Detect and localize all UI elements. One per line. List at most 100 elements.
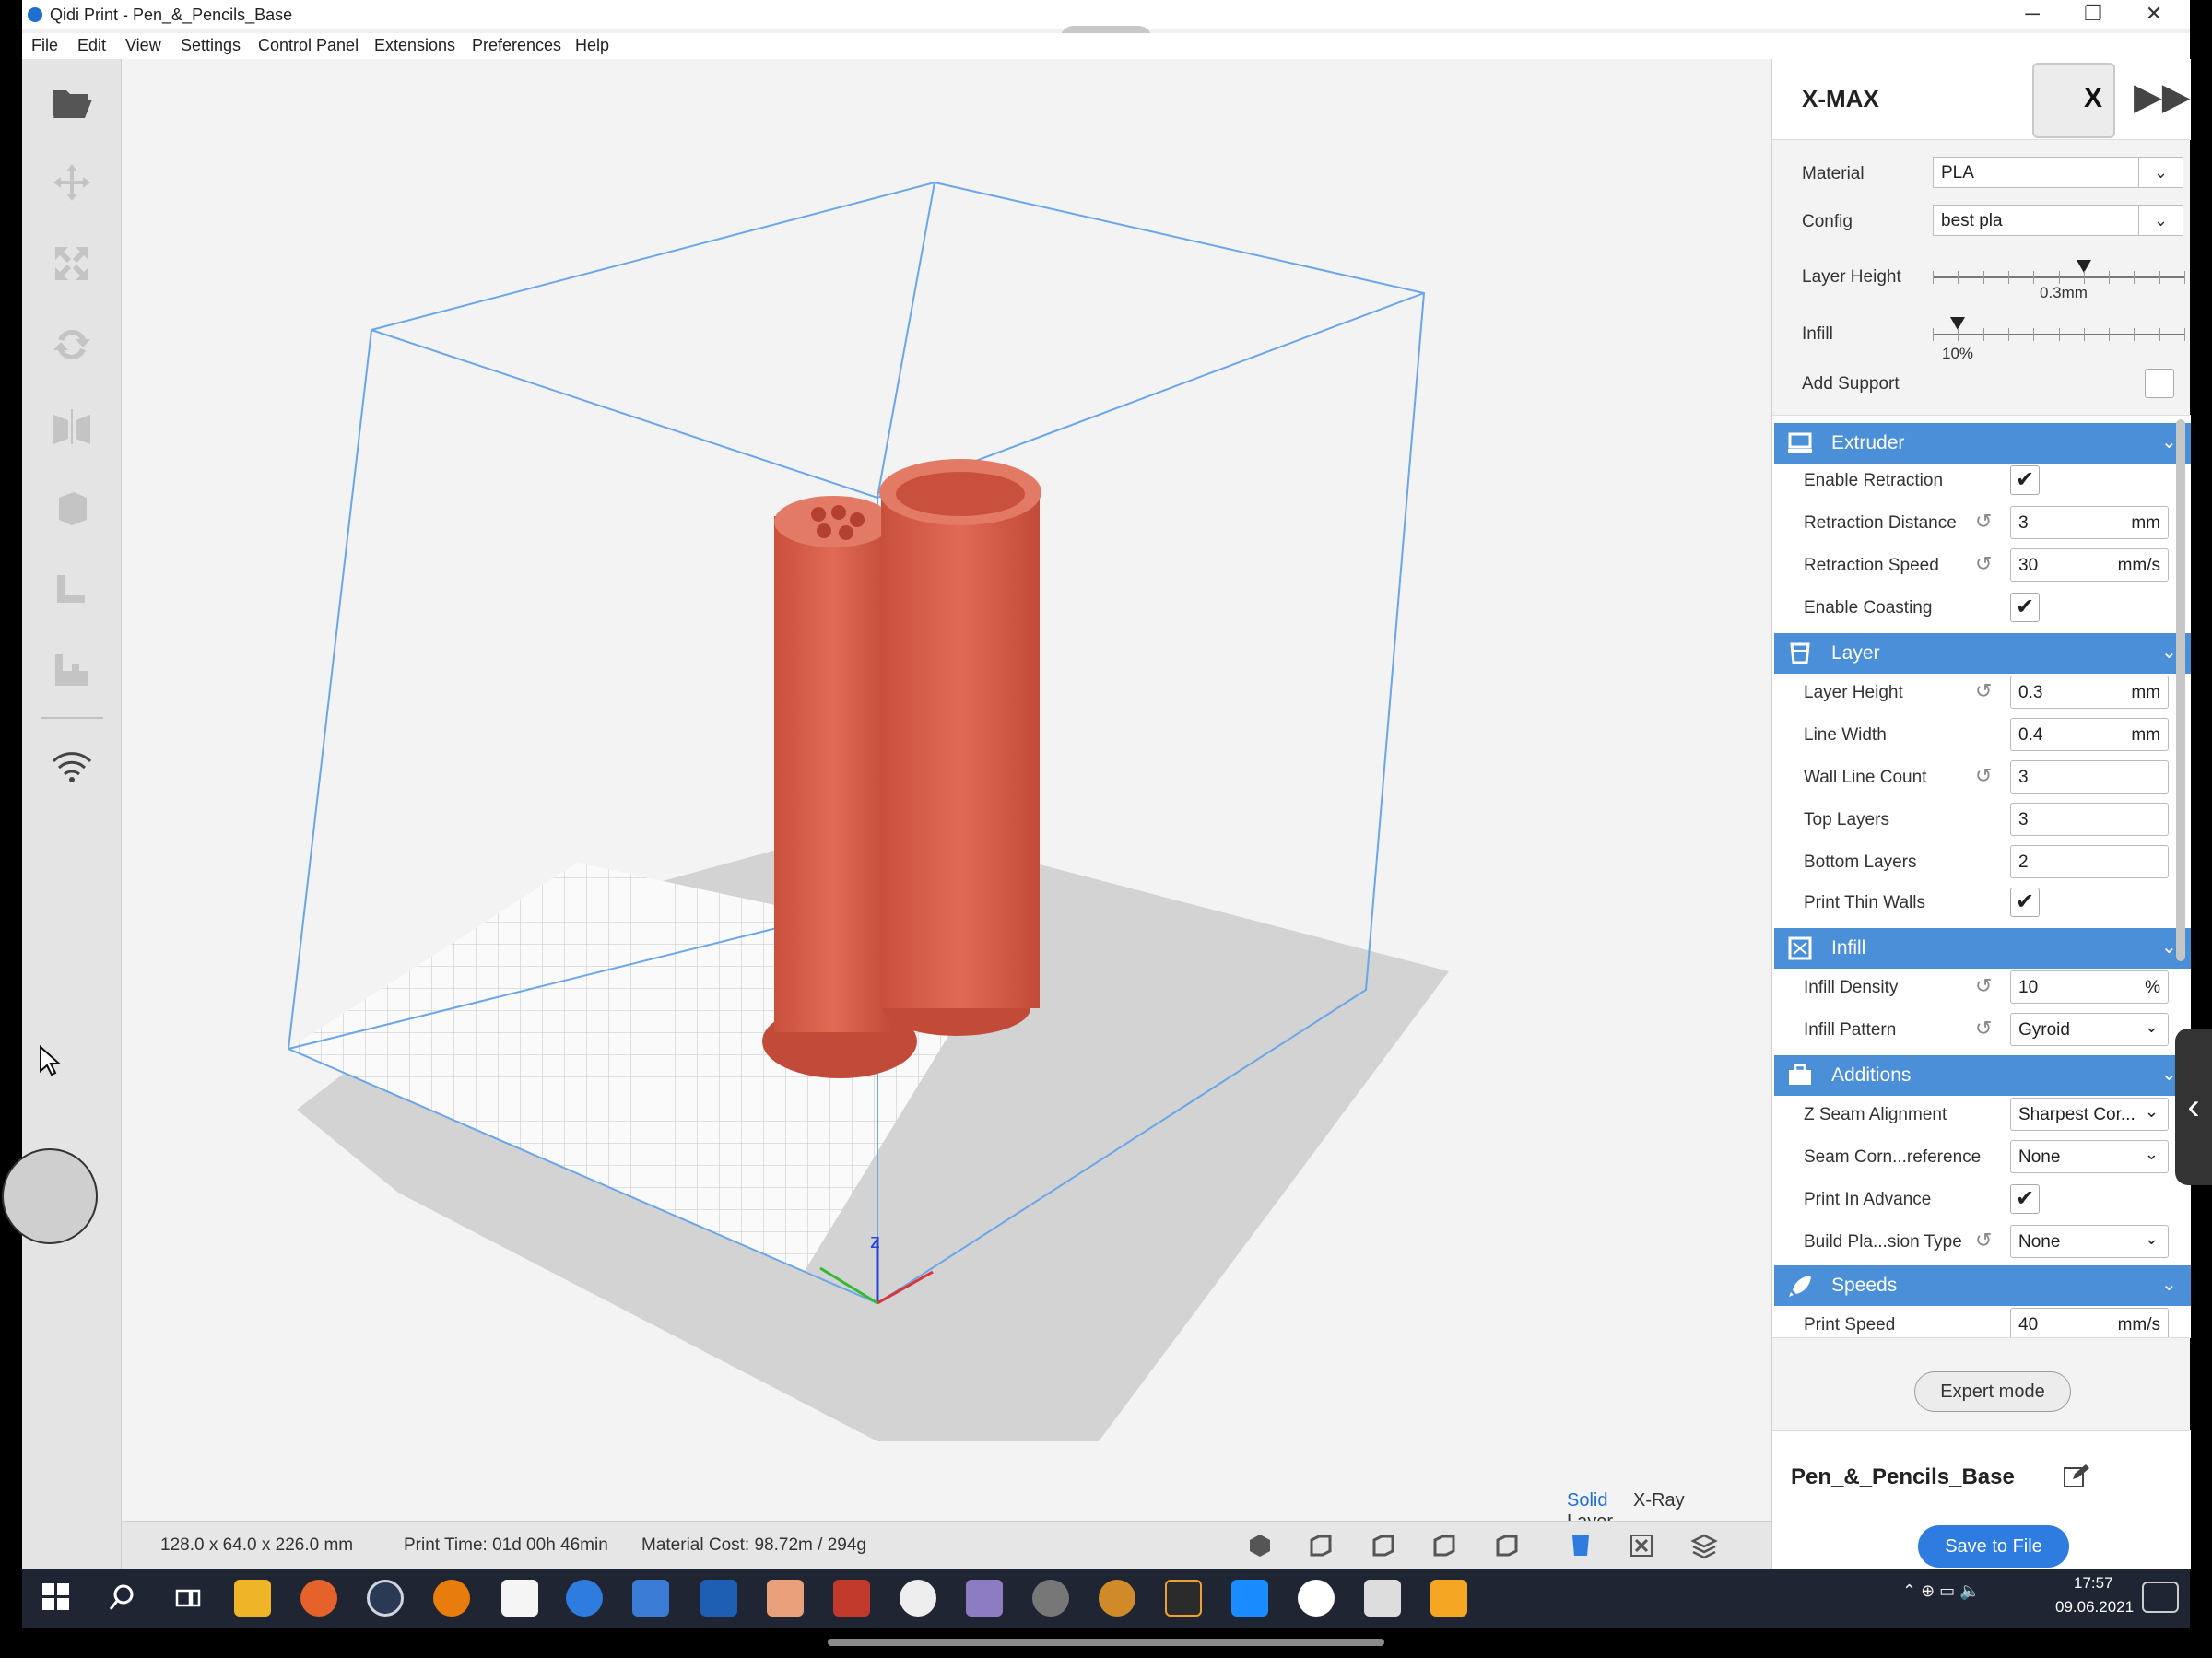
- open-folder-icon[interactable]: [48, 77, 96, 125]
- front-view-icon[interactable]: [1305, 1530, 1336, 1561]
- left-view-icon[interactable]: [1429, 1530, 1460, 1561]
- seam-corner-pref-select[interactable]: None ⌄: [2010, 1140, 2169, 1173]
- settings-scrollbar[interactable]: [2176, 419, 2185, 961]
- multiply-icon[interactable]: [48, 645, 96, 693]
- xmind-icon[interactable]: [501, 1580, 538, 1617]
- character-creator-icon[interactable]: [767, 1580, 804, 1617]
- steam-icon[interactable]: [367, 1580, 404, 1617]
- fast-forward-icon[interactable]: ▶▶: [2134, 76, 2191, 118]
- per-model-settings-icon[interactable]: [48, 483, 96, 531]
- xray-mode-icon[interactable]: [1626, 1530, 1657, 1561]
- reset-icon[interactable]: ↺: [1975, 552, 1992, 576]
- menu-settings[interactable]: Settings: [181, 36, 241, 55]
- menu-file[interactable]: File: [31, 36, 58, 55]
- layer-height-input[interactable]: 0.3 mm: [2010, 676, 2169, 709]
- reset-icon[interactable]: ↺: [1975, 1017, 1992, 1041]
- fusion-icon[interactable]: [1165, 1580, 1202, 1617]
- right-view-icon[interactable]: [1491, 1530, 1523, 1561]
- solid-mode-icon[interactable]: [1565, 1530, 1596, 1561]
- firefox-icon[interactable]: [300, 1580, 337, 1617]
- settings-list[interactable]: Extruder ⌄ Enable Retraction ✔ Retractio…: [1772, 415, 2191, 1338]
- close-button[interactable]: ✕: [2124, 0, 2184, 29]
- file-explorer-icon[interactable]: [234, 1580, 271, 1617]
- blender-icon[interactable]: [433, 1580, 470, 1617]
- expert-mode-button[interactable]: Expert mode: [1914, 1371, 2071, 1412]
- scale-icon[interactable]: [48, 240, 96, 288]
- enable-coasting-checkbox[interactable]: ✔: [2010, 593, 2040, 622]
- reset-icon[interactable]: ↺: [1975, 679, 1992, 703]
- section-additions[interactable]: Additions ⌄: [1774, 1055, 2191, 1096]
- z-seam-alignment-select[interactable]: Sharpest Cor... ⌄: [2010, 1098, 2169, 1131]
- reset-icon[interactable]: ↺: [1975, 510, 1992, 534]
- clock-date[interactable]: 09.06.2021: [2055, 1598, 2134, 1617]
- mudbox-icon[interactable]: [900, 1580, 936, 1617]
- rotate-icon[interactable]: [48, 321, 96, 369]
- view-mode-xray[interactable]: X-Ray: [1633, 1490, 1685, 1511]
- notification-icon[interactable]: [2142, 1582, 2179, 1613]
- infill-slider[interactable]: [1933, 317, 2185, 347]
- view-mode-solid[interactable]: Solid: [1567, 1490, 1607, 1511]
- system-tray-icons[interactable]: ⌃ ⊕ ▭ 🔈: [1902, 1582, 1981, 1601]
- task-view-icon[interactable]: [170, 1580, 206, 1617]
- menu-extensions[interactable]: Extensions: [374, 36, 455, 55]
- mirror-icon[interactable]: [48, 402, 96, 450]
- config-select[interactable]: best pla ⌄: [1933, 205, 2183, 236]
- printer-thumbnail[interactable]: X: [2032, 63, 2115, 138]
- enable-retraction-checkbox[interactable]: ✔: [2010, 465, 2040, 495]
- xr-app-icon[interactable]: [1032, 1580, 1069, 1617]
- reset-icon[interactable]: ↺: [1975, 764, 1992, 788]
- print-thin-walls-checkbox[interactable]: ✔: [2010, 888, 2040, 917]
- material-select[interactable]: PLA ⌄: [1933, 157, 2183, 188]
- search-icon[interactable]: [103, 1580, 140, 1617]
- maximize-button[interactable]: ❐: [2063, 0, 2124, 29]
- top-view-icon[interactable]: [1368, 1530, 1399, 1561]
- visual-studio-icon[interactable]: [632, 1580, 669, 1617]
- retraction-speed-input[interactable]: 30 mm/s: [2010, 548, 2169, 582]
- pen-cup-model[interactable]: [879, 459, 1041, 1036]
- move-icon[interactable]: [48, 159, 96, 206]
- menu-control-panel[interactable]: Control Panel: [258, 36, 359, 55]
- reset-icon[interactable]: ↺: [1975, 1229, 1992, 1252]
- substance-icon[interactable]: [966, 1580, 1003, 1617]
- menu-edit[interactable]: Edit: [77, 36, 106, 55]
- build-plate-adhesion-select[interactable]: None ⌄: [2010, 1225, 2169, 1258]
- wifi-icon[interactable]: [48, 741, 96, 789]
- 3d-view-icon[interactable]: [1244, 1530, 1276, 1561]
- plasticity-icon[interactable]: [1430, 1580, 1467, 1617]
- unity-icon[interactable]: [1364, 1580, 1401, 1617]
- assistive-touch-button[interactable]: [2, 1148, 98, 1244]
- retraction-distance-input[interactable]: 3 mm: [2010, 506, 2169, 539]
- prism-icon[interactable]: [833, 1580, 870, 1617]
- app-blue-icon[interactable]: [1231, 1580, 1268, 1617]
- 3d-viewport[interactable]: z Solid X-Ray Layer: [122, 59, 1771, 1521]
- section-infill[interactable]: Infill ⌄: [1774, 928, 2191, 969]
- minimize-button[interactable]: ─: [2002, 0, 2063, 29]
- build-plate-scene[interactable]: z: [122, 59, 1771, 1521]
- edit-icon[interactable]: [2062, 1463, 2089, 1490]
- line-width-input[interactable]: 0.4 mm: [2010, 718, 2169, 751]
- reset-icon[interactable]: ↺: [1975, 974, 1992, 998]
- powershell-icon[interactable]: [700, 1580, 737, 1617]
- menu-view[interactable]: View: [125, 36, 161, 55]
- home-indicator[interactable]: [828, 1639, 1384, 1646]
- menu-help[interactable]: Help: [575, 36, 609, 55]
- qidi-print-icon[interactable]: [566, 1580, 603, 1617]
- zbrush-icon[interactable]: [1099, 1580, 1135, 1617]
- section-layer[interactable]: Layer ⌄: [1774, 633, 2191, 674]
- add-support-checkbox[interactable]: [2145, 369, 2174, 398]
- section-speeds[interactable]: Speeds ⌄: [1774, 1265, 2191, 1306]
- support-blocker-icon[interactable]: [48, 564, 96, 612]
- bottom-layers-input[interactable]: 2: [2010, 845, 2169, 878]
- wall-line-count-input[interactable]: 3: [2010, 760, 2169, 794]
- print-speed-input[interactable]: 40 mm/s: [2010, 1308, 2169, 1337]
- app-circle-icon[interactable]: [1298, 1580, 1335, 1617]
- menu-preferences[interactable]: Preferences: [472, 36, 561, 55]
- save-to-file-button[interactable]: Save to File: [1918, 1525, 2069, 1568]
- windows-start-icon[interactable]: [42, 1583, 70, 1611]
- layer-mode-icon[interactable]: [1688, 1530, 1720, 1561]
- side-panel-handle[interactable]: ‹: [2175, 1029, 2212, 1185]
- infill-density-input[interactable]: 10 %: [2010, 970, 2169, 1004]
- clock-time[interactable]: 17:57: [2074, 1574, 2113, 1593]
- section-extruder[interactable]: Extruder ⌄: [1774, 423, 2191, 464]
- print-in-advance-checkbox[interactable]: ✔: [2010, 1184, 2040, 1214]
